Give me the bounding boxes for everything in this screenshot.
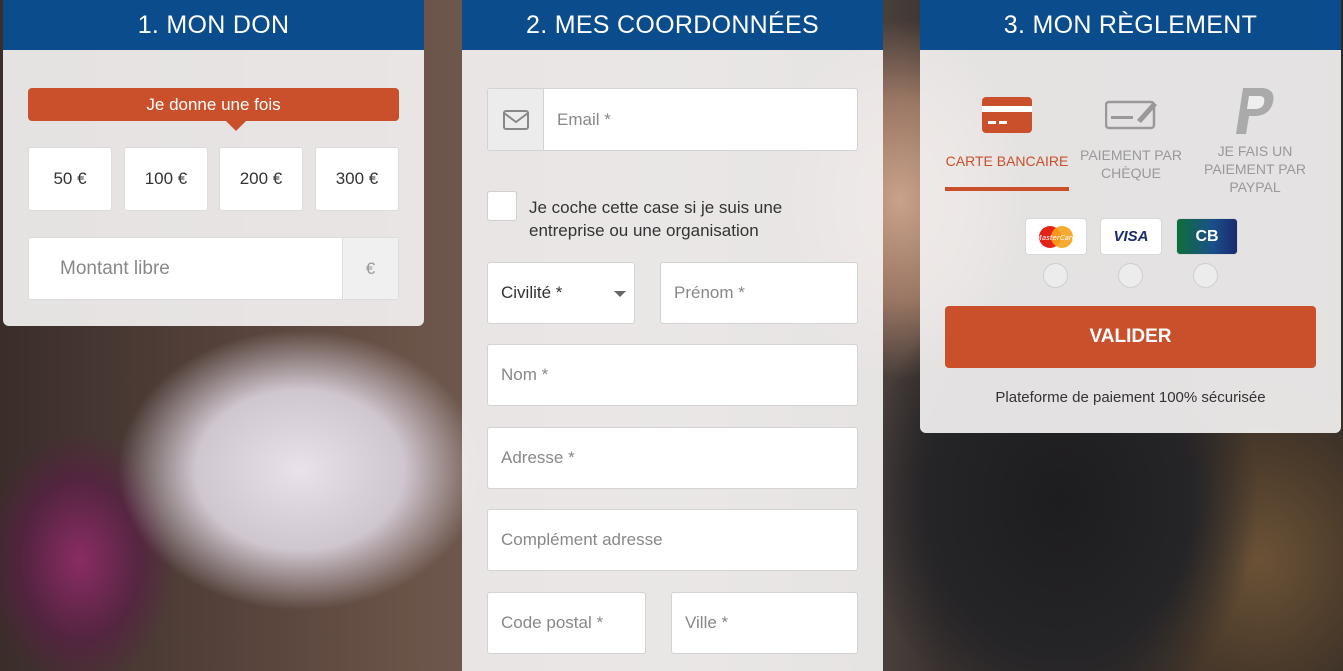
tab-credit-card-label: CARTE BANCAIRE (945, 153, 1069, 169)
address-complement-input[interactable]: Complément adresse (487, 509, 858, 571)
contact-panel-title: 2. MES COORDONNÉES (462, 0, 883, 50)
tab-credit-card[interactable]: CARTE BANCAIRE (945, 90, 1069, 170)
tab-cheque-label: PAIEMENT PAR CHÈQUE (1080, 147, 1182, 181)
contact-panel: 2. MES COORDONNÉES Email * Je coche cett… (462, 0, 883, 671)
company-checkbox[interactable] (487, 191, 517, 221)
mastercard-logo: MasterCard (1025, 218, 1087, 255)
validate-button[interactable]: VALIDER (945, 306, 1316, 368)
mastercard-text: MasterCard (1036, 234, 1076, 242)
email-input[interactable]: Email * (544, 89, 857, 150)
tab-paypal[interactable]: JE FAIS UN PAIEMENT PAR PAYPAL (1193, 86, 1317, 196)
mastercard-radio[interactable] (1043, 263, 1068, 288)
payment-panel-body: CARTE BANCAIRE PAIEMENT PAR CHÈQUE JE FA… (920, 50, 1341, 433)
donation-panel-body: Je donne une fois 50 € 100 € 200 € 300 €… (3, 50, 424, 326)
civility-select-value: Civilité * (501, 283, 563, 302)
chevron-down-icon (614, 291, 626, 297)
company-checkbox-label: Je coche cette case si je suis une entre… (529, 198, 783, 240)
visa-logo: VISA (1100, 218, 1162, 255)
email-input-group: Email * (487, 88, 858, 151)
free-amount-input[interactable]: Montant libre (29, 238, 342, 299)
amount-button-200[interactable]: 200 € (219, 147, 303, 211)
civility-select[interactable]: Civilité * (487, 262, 635, 324)
visa-text: VISA (1113, 228, 1149, 245)
address-input[interactable]: Adresse * (487, 427, 858, 489)
visa-radio[interactable] (1118, 263, 1143, 288)
tab-paypal-label: JE FAIS UN PAIEMENT PAR PAYPAL (1204, 143, 1306, 195)
cheque-icon (1105, 100, 1157, 130)
one-time-donation-tab[interactable]: Je donne une fois (28, 88, 399, 131)
secure-payment-note: Plateforme de paiement 100% sécurisée (995, 389, 1266, 406)
lastname-input[interactable]: Nom * (487, 344, 858, 406)
donation-panel: 1. MON DON Je donne une fois 50 € 100 € … (3, 0, 424, 326)
active-tab-indicator (945, 187, 1069, 191)
postal-code-input[interactable]: Code postal * (487, 592, 646, 654)
city-input[interactable]: Ville * (671, 592, 858, 654)
amount-button-300[interactable]: 300 € (315, 147, 399, 211)
amount-button-100[interactable]: 100 € (124, 147, 208, 211)
free-amount-input-group: Montant libre € (28, 237, 399, 300)
cb-text: CB (1195, 227, 1219, 245)
payment-panel: 3. MON RÈGLEMENT CARTE BANCAIRE PAIEMENT… (920, 0, 1341, 433)
credit-card-icon (982, 97, 1032, 133)
payment-panel-title: 3. MON RÈGLEMENT (920, 0, 1341, 50)
paypal-icon (1236, 88, 1274, 134)
cb-radio[interactable] (1193, 263, 1218, 288)
contact-panel-body: Email * Je coche cette case si je suis u… (462, 50, 883, 671)
firstname-input[interactable]: Prénom * (660, 262, 858, 324)
tab-cheque[interactable]: PAIEMENT PAR CHÈQUE (1069, 98, 1193, 182)
envelope-icon (488, 89, 544, 150)
donation-panel-title: 1. MON DON (3, 0, 424, 50)
amount-button-50[interactable]: 50 € (28, 147, 112, 211)
currency-addon: € (342, 238, 398, 299)
cb-logo: CB (1176, 218, 1238, 255)
